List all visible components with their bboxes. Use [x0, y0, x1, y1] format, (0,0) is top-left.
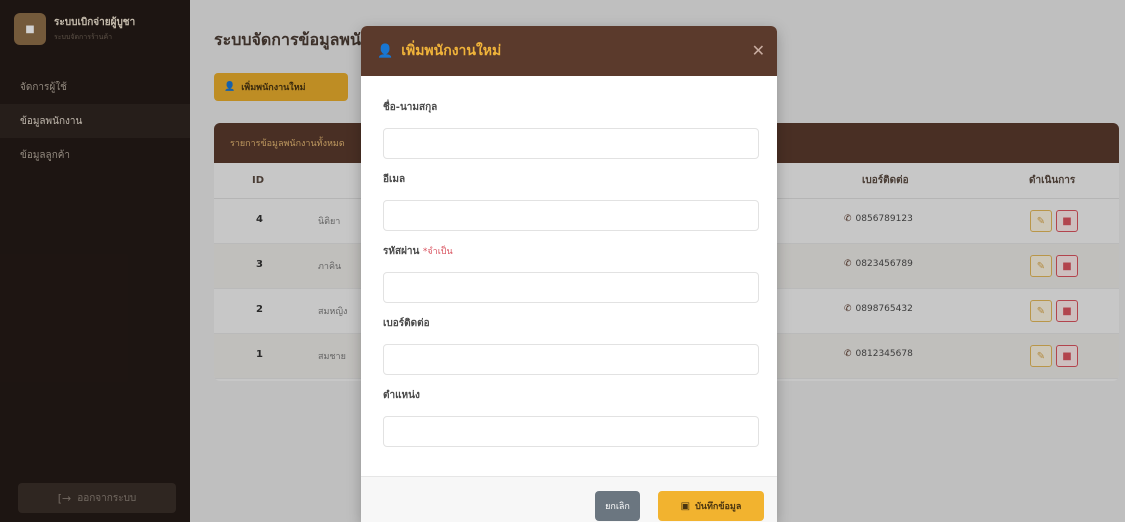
close-icon[interactable]: ✕: [752, 41, 765, 60]
field-position: ตำแหน่ง: [383, 388, 759, 447]
field-email: อีเมล: [383, 172, 759, 231]
field-password: รหัสผ่าน *จำเป็น: [383, 244, 759, 303]
field-phone: เบอร์ติดต่อ: [383, 316, 759, 375]
user-plus-icon: 👤: [377, 43, 394, 59]
phone-label: เบอร์ติดต่อ: [383, 318, 430, 329]
modal-title: เพิ่มพนักงานใหม่: [401, 43, 502, 59]
password-input[interactable]: [383, 272, 759, 303]
fullname-input[interactable]: [383, 128, 759, 159]
save-icon: ▣: [680, 500, 691, 512]
save-button[interactable]: ▣ บันทึกข้อมูล: [658, 491, 764, 521]
position-input[interactable]: [383, 416, 759, 447]
phone-input[interactable]: [383, 344, 759, 375]
add-employee-modal: 👤 เพิ่มพนักงานใหม่ ✕ ชื่อ-นามสกุล อีเมล …: [361, 26, 777, 522]
modal-footer: ยกเลิก ▣ บันทึกข้อมูล: [361, 476, 777, 522]
modal-header: 👤 เพิ่มพนักงานใหม่ ✕: [361, 26, 777, 76]
field-fullname: ชื่อ-นามสกุล: [383, 100, 759, 159]
cancel-button[interactable]: ยกเลิก: [595, 491, 640, 521]
email-label: อีเมล: [383, 174, 406, 185]
save-label: บันทึกข้อมูล: [695, 502, 742, 512]
cancel-label: ยกเลิก: [605, 502, 630, 512]
email-input[interactable]: [383, 200, 759, 231]
password-label: รหัสผ่าน *จำเป็น: [383, 246, 453, 257]
position-label: ตำแหน่ง: [383, 390, 420, 401]
fullname-label: ชื่อ-นามสกุล: [383, 102, 438, 113]
required-note: *จำเป็น: [422, 247, 453, 257]
